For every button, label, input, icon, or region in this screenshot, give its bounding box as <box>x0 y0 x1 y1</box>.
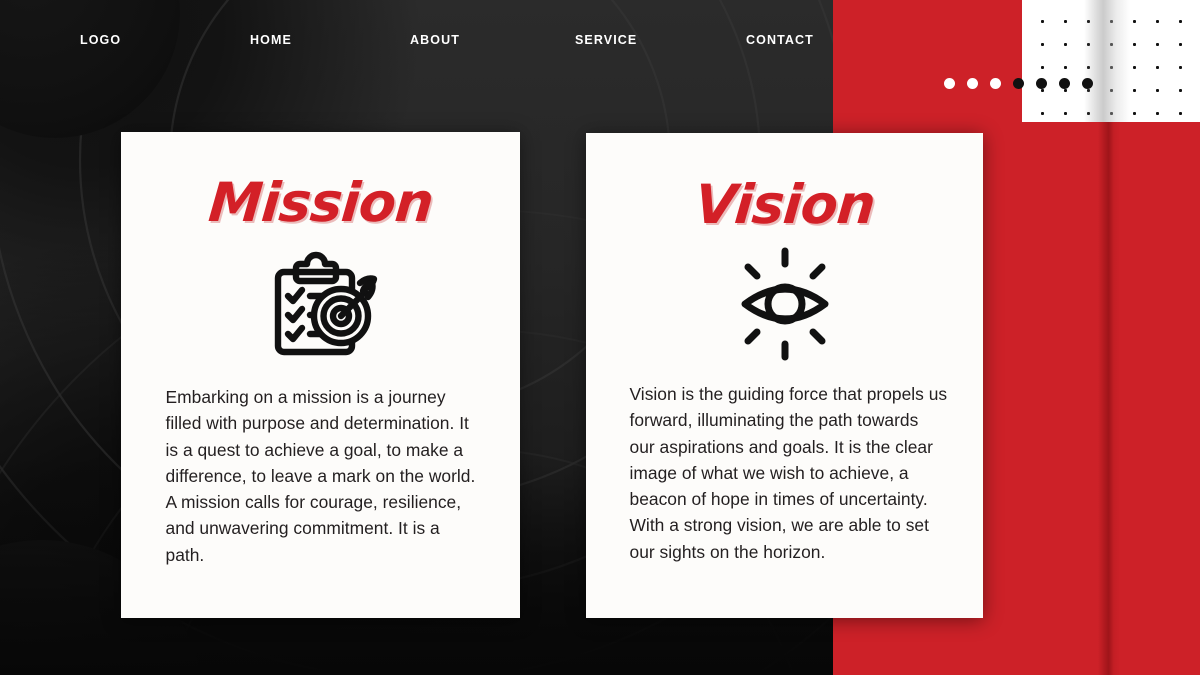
carousel-dot-2[interactable] <box>967 78 978 89</box>
brand-logo[interactable]: LOGO <box>80 33 121 47</box>
vision-body-text: Vision is the guiding force that propels… <box>629 384 948 562</box>
mission-card: Mission Embarking on a mission is a jour… <box>121 132 520 618</box>
vision-card: Vision Vision is the guiding force that … <box>586 133 983 618</box>
carousel-pagination[interactable] <box>944 78 1105 89</box>
nav-item-contact[interactable]: CONTACT <box>746 33 814 47</box>
carousel-dot-3[interactable] <box>990 78 1001 89</box>
carousel-dot-5[interactable] <box>1036 78 1047 89</box>
top-navigation-bar: LOGO HOME ABOUT SERVICE CONTACT <box>0 0 833 80</box>
clipboard-target-icon <box>262 250 380 358</box>
carousel-dot-4[interactable] <box>1013 78 1024 89</box>
radiant-eye-icon <box>723 245 847 363</box>
mission-title: Mission <box>205 171 436 234</box>
dotted-accent-panel <box>1022 0 1200 122</box>
carousel-dot-6[interactable] <box>1059 78 1070 89</box>
mission-body-text: Embarking on a mission is a journey fill… <box>165 387 476 565</box>
slide-canvas: LOGO HOME ABOUT SERVICE CONTACT Mission <box>0 0 1200 675</box>
nav-item-service[interactable]: SERVICE <box>575 33 637 47</box>
vision-title: Vision <box>692 173 878 236</box>
nav-item-home[interactable]: HOME <box>250 33 292 47</box>
panel-sheen-gradient <box>1084 0 1130 122</box>
nav-item-about[interactable]: ABOUT <box>410 33 460 47</box>
carousel-dot-1[interactable] <box>944 78 955 89</box>
carousel-dot-7[interactable] <box>1082 78 1093 89</box>
